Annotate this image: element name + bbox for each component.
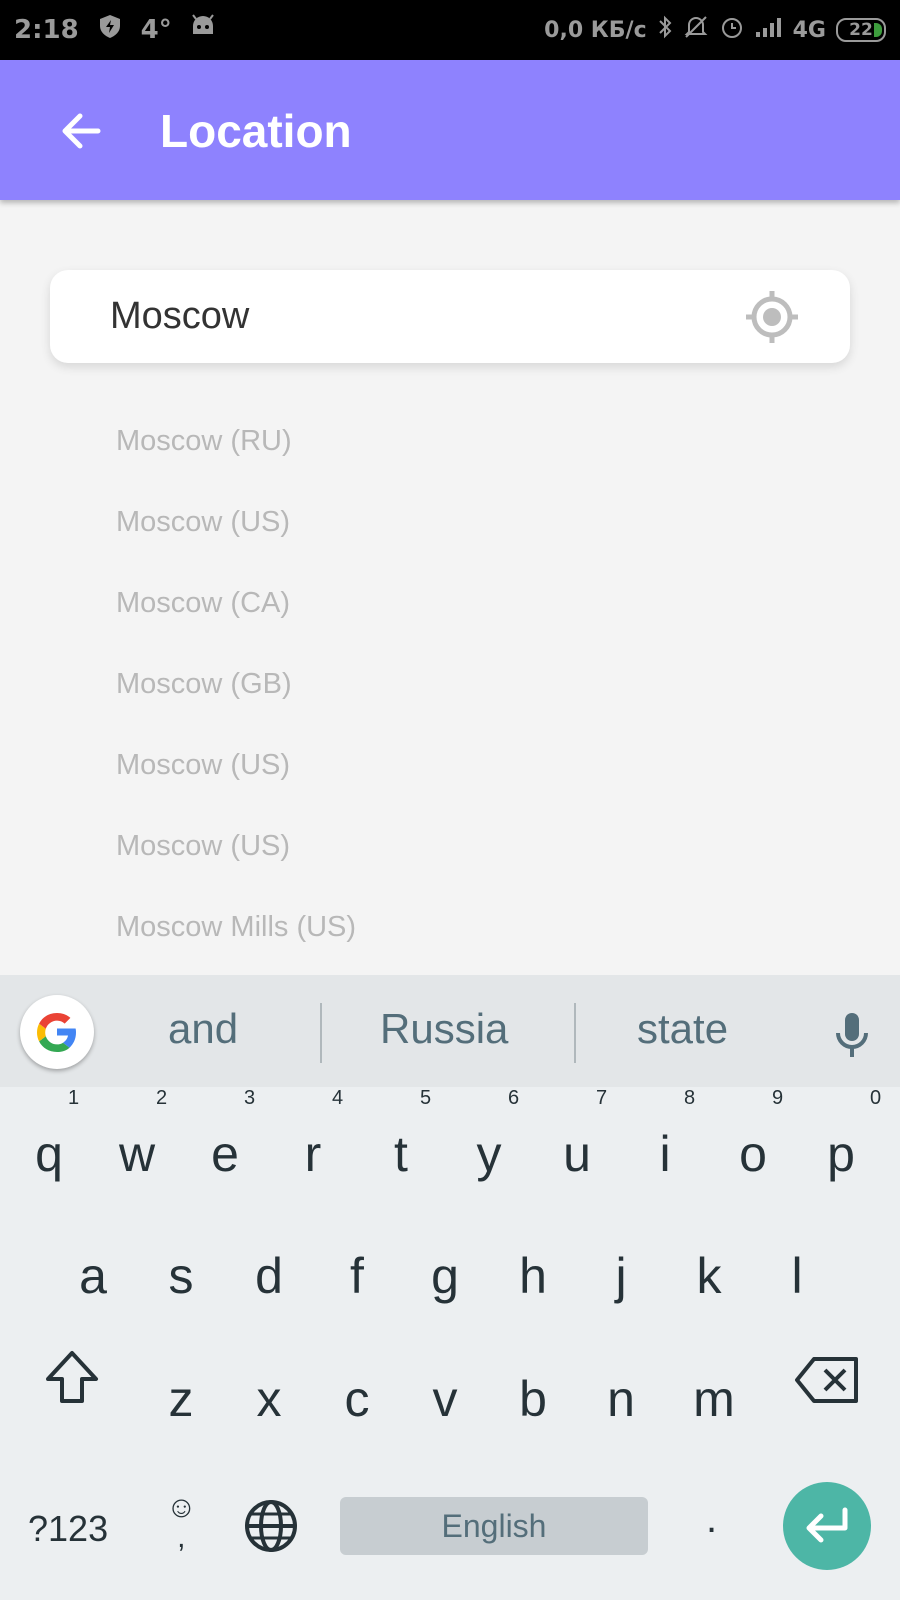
- page-title: Location: [160, 105, 352, 157]
- key-m[interactable]: m: [670, 1370, 758, 1428]
- key-i-number: 8: [684, 1087, 696, 1109]
- key-c[interactable]: c: [313, 1370, 401, 1428]
- key-p[interactable]: p: [797, 1125, 885, 1183]
- android-icon: [190, 14, 216, 45]
- shift-icon[interactable]: [42, 1347, 102, 1412]
- back-arrow-icon[interactable]: [58, 108, 104, 154]
- key-v[interactable]: v: [401, 1370, 489, 1428]
- key-o-number: 9: [772, 1087, 784, 1109]
- suggestion-divider: [320, 1003, 322, 1063]
- result-item[interactable]: Moscow (GB): [116, 668, 356, 749]
- key-u-number: 7: [596, 1087, 608, 1109]
- key-y-number: 6: [508, 1087, 520, 1109]
- suggestion-2[interactable]: Russia: [380, 1005, 508, 1053]
- key-y[interactable]: y: [445, 1125, 533, 1183]
- key-t-number: 5: [420, 1087, 432, 1109]
- key-e[interactable]: e: [181, 1125, 269, 1183]
- key-q[interactable]: q: [5, 1125, 93, 1183]
- key-p-number: 0: [870, 1087, 882, 1109]
- spacebar[interactable]: English: [340, 1497, 648, 1555]
- result-item[interactable]: Moscow (RU): [116, 425, 356, 506]
- status-time: 2:18: [14, 14, 79, 45]
- key-e-number: 3: [244, 1087, 256, 1109]
- shield-icon: [97, 13, 123, 46]
- mute-icon: [683, 14, 709, 46]
- network-type: 4G: [792, 17, 826, 43]
- result-item[interactable]: Moscow (CA): [116, 587, 356, 668]
- key-b[interactable]: b: [489, 1370, 577, 1428]
- key-o[interactable]: o: [709, 1125, 797, 1183]
- result-item[interactable]: Moscow (US): [116, 749, 356, 830]
- key-g[interactable]: g: [401, 1247, 489, 1305]
- key-a[interactable]: a: [49, 1247, 137, 1305]
- result-item[interactable]: Moscow (US): [116, 506, 356, 587]
- alarm-icon: [719, 14, 745, 46]
- bluetooth-icon: [657, 14, 673, 46]
- emoji-comma-key[interactable]: ☺ ,: [166, 1493, 197, 1553]
- symbols-key[interactable]: ?123: [28, 1508, 108, 1550]
- gps-locate-icon[interactable]: [744, 289, 800, 345]
- enter-button[interactable]: [783, 1482, 871, 1570]
- key-j[interactable]: j: [577, 1247, 665, 1305]
- period-key[interactable]: .: [706, 1497, 717, 1542]
- soft-keyboard: and Russia state q 1 w 2 e 3 r 4 t 5 y 6…: [0, 975, 900, 1600]
- key-f[interactable]: f: [313, 1247, 401, 1305]
- location-results-list: Moscow (RU) Moscow (US) Moscow (CA) Mosc…: [116, 425, 356, 992]
- suggestion-bar: and Russia state: [0, 975, 900, 1087]
- microphone-icon[interactable]: [832, 1011, 872, 1061]
- key-s[interactable]: s: [137, 1247, 225, 1305]
- comma-label: ,: [177, 1521, 186, 1554]
- google-icon[interactable]: [20, 995, 94, 1069]
- key-i[interactable]: i: [621, 1125, 709, 1183]
- app-bar: Location: [0, 60, 900, 200]
- key-w-number: 2: [156, 1087, 168, 1109]
- suggestion-divider: [574, 1003, 576, 1063]
- backspace-icon[interactable]: [794, 1355, 860, 1410]
- globe-icon[interactable]: [243, 1498, 299, 1559]
- key-t[interactable]: t: [357, 1125, 445, 1183]
- emoji-icon: ☺: [166, 1491, 197, 1524]
- key-r-number: 4: [332, 1087, 344, 1109]
- key-x[interactable]: x: [225, 1370, 313, 1428]
- suggestion-3[interactable]: state: [637, 1005, 728, 1053]
- enter-icon: [806, 1507, 848, 1543]
- key-z[interactable]: z: [137, 1370, 225, 1428]
- signal-icon: [755, 16, 783, 44]
- key-n[interactable]: n: [577, 1370, 665, 1428]
- suggestion-1[interactable]: and: [168, 1005, 238, 1053]
- battery-icon: 22: [836, 18, 886, 42]
- key-u[interactable]: u: [533, 1125, 621, 1183]
- key-w[interactable]: w: [93, 1125, 181, 1183]
- key-l[interactable]: l: [753, 1247, 841, 1305]
- key-q-number: 1: [68, 1087, 80, 1109]
- key-k[interactable]: k: [665, 1247, 753, 1305]
- key-h[interactable]: h: [489, 1247, 577, 1305]
- status-temperature: 4°: [140, 14, 172, 45]
- status-bar: 2:18 4° 0,0 КБ/с 4G 22: [0, 0, 900, 60]
- key-d[interactable]: d: [225, 1247, 313, 1305]
- key-r[interactable]: r: [269, 1125, 357, 1183]
- network-speed: 0,0 КБ/с: [544, 17, 647, 43]
- location-input[interactable]: [110, 290, 750, 342]
- location-search-box: [50, 270, 850, 363]
- result-item[interactable]: Moscow (US): [116, 830, 356, 911]
